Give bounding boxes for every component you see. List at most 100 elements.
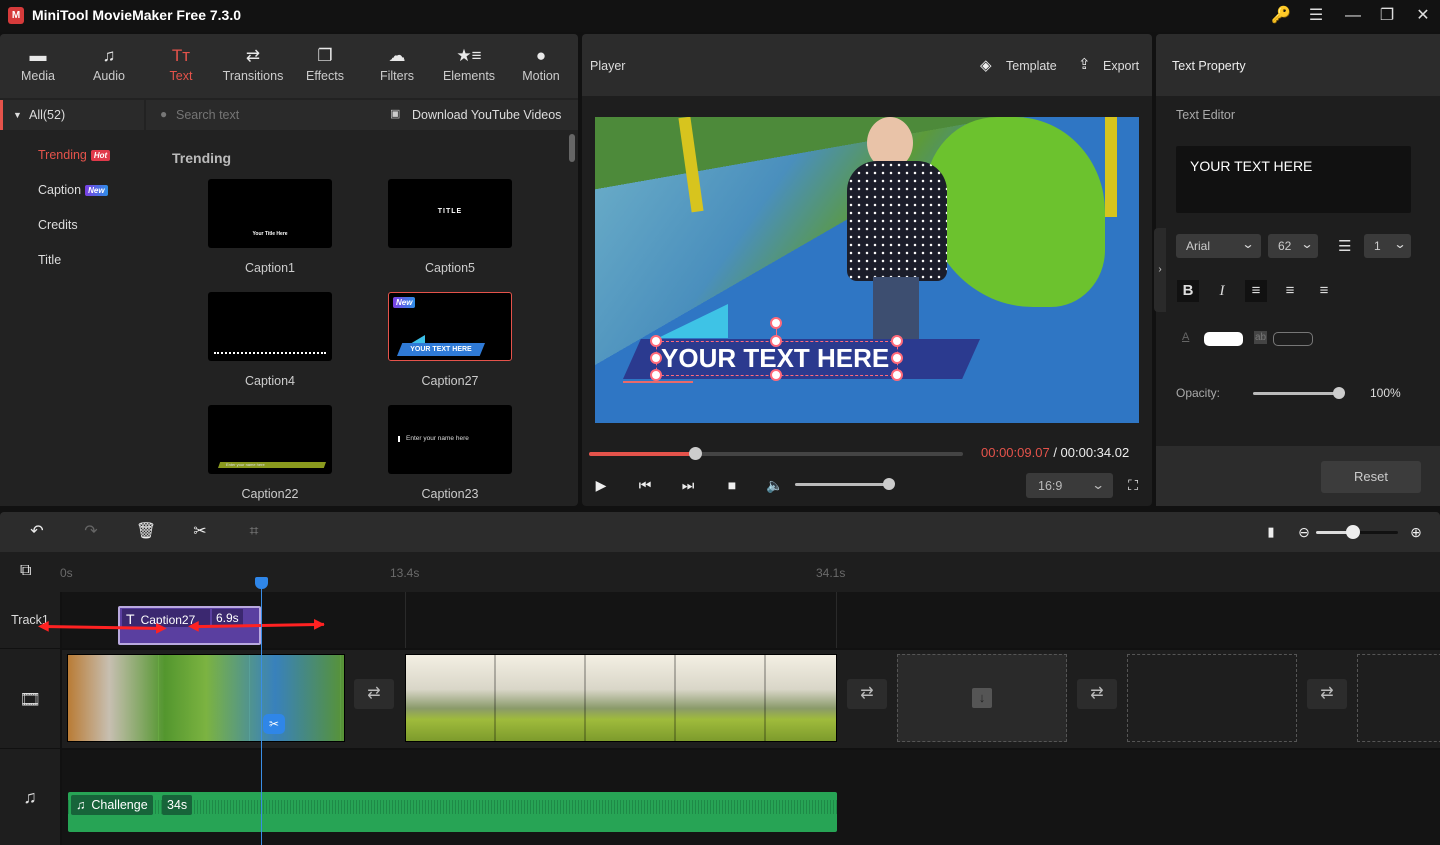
volume-slider[interactable] [795,478,895,490]
fit-timeline-button[interactable]: ▮ [1260,521,1282,543]
previous-frame-button[interactable]: ⏮ [634,475,656,495]
tab-elements[interactable]: ★≡ Elements [433,34,505,98]
empty-media-slot[interactable] [1357,654,1440,742]
template-thumb-caption27[interactable]: New YOUR TEXT HERE [388,292,512,361]
category-all-toggle[interactable]: ▼ All(52) [0,100,144,130]
search-input[interactable] [176,105,376,125]
chevron-down-icon: ⌄ [1090,478,1105,492]
video-clip-kids-field[interactable] [405,654,837,742]
tab-motion[interactable]: ● Motion [505,34,577,98]
template-thumb-caption22[interactable]: Enter your name here [208,405,332,474]
stop-button[interactable]: ■ [721,475,743,495]
redo-button[interactable]: ↷ [80,521,102,543]
play-button[interactable]: ▶ [590,475,612,495]
timeline-ruler[interactable]: ⧉ 0s 13.4s 34.1s [0,552,1440,592]
category-caption[interactable]: Caption New [38,183,108,197]
reset-button[interactable]: Reset [1321,461,1421,493]
seek-bar[interactable] [589,447,963,460]
font-family-select[interactable]: Arial ⌄ [1176,234,1261,258]
crop-button[interactable]: ⌗ [243,521,265,543]
key-icon[interactable]: 🔑 [1267,4,1295,28]
resize-handle[interactable] [650,369,662,381]
resize-handle[interactable] [770,335,782,347]
template-thumb-caption4[interactable] [208,292,332,361]
seek-handle[interactable] [689,447,703,460]
split-button[interactable]: ✂ [189,521,211,543]
zoom-out-button[interactable]: ⊖ [1293,521,1315,543]
download-youtube-link[interactable]: Download YouTube Videos [412,108,561,122]
thumb-preview-bar [398,436,400,442]
resize-handle[interactable] [891,352,903,364]
text-editor-input[interactable]: YOUR TEXT HERE [1176,146,1411,213]
background-color-swatch[interactable] [1273,332,1313,346]
template-thumb-caption1[interactable]: Your Title Here [208,179,332,248]
video-preview[interactable]: YOUR TEXT HERE [595,117,1139,423]
tab-filters[interactable]: ☁ Filters [361,34,433,98]
resize-handle[interactable] [891,369,903,381]
timeline-zoom-slider[interactable] [1316,525,1398,539]
transition-slot-button[interactable]: ⇄ [847,679,887,709]
menu-icon[interactable]: ☰ [1302,4,1330,28]
clip-frames [68,655,344,741]
bold-button[interactable]: B [1177,280,1199,302]
template-thumb-caption23[interactable]: Enter your name here [388,405,512,474]
zoom-out-icon: ⊖ [1298,524,1310,540]
category-title[interactable]: Title [38,253,61,267]
opacity-value: 100% [1370,386,1401,400]
align-left-button[interactable]: ≡ [1245,280,1267,302]
resize-handle[interactable] [891,335,903,347]
zoom-in-button[interactable]: ⊕ [1405,521,1427,543]
line-spacing-select[interactable]: 1 ⌄ [1364,234,1411,258]
collapse-panel-toggle[interactable]: › [1154,228,1166,312]
library-scrollbar[interactable] [569,134,575,162]
tab-media[interactable]: ▬ Media [2,34,74,98]
playhead-handle[interactable] [255,577,268,589]
swap-arrows-icon: ⇄ [860,685,874,702]
library-panel: ▬ Media ♫ Audio Tт Text ⇄ Transitions ❐ Effec… [0,34,578,506]
opacity-handle[interactable] [1333,387,1345,399]
transition-slot-button[interactable]: ⇄ [1307,679,1347,709]
empty-media-slot[interactable]: ↓ [897,654,1067,742]
delete-button[interactable]: 🗑 [135,521,157,543]
undo-button[interactable]: ↶ [26,521,48,543]
export-upload-icon: ⇪ [1078,56,1091,73]
category-credits[interactable]: Credits [38,218,78,232]
tab-transitions[interactable]: ⇄ Transitions [217,34,289,98]
resize-handle[interactable] [650,352,662,364]
align-center-button[interactable]: ≡ [1279,280,1301,302]
minimize-button[interactable]: — [1339,4,1367,28]
split-at-playhead-button[interactable]: ✂ [263,714,285,734]
font-size-select[interactable]: 62 ⌄ [1268,234,1318,258]
category-all-label: All(52) [29,108,66,122]
text-color-swatch[interactable] [1204,332,1243,346]
rotate-handle[interactable] [770,317,782,329]
category-trending[interactable]: Trending Hot [38,148,111,162]
tab-audio[interactable]: ♫ Audio [73,34,145,98]
tab-text[interactable]: Tт Text [145,34,217,98]
align-right-button[interactable]: ≡ [1313,280,1335,302]
timeline-toolbar: ↶ ↷ 🗑 ✂ ⌗ ▮ ⊖ ⊕ [0,512,1440,552]
resize-handle[interactable] [650,335,662,347]
fullscreen-button[interactable]: ⛶ [1122,475,1144,495]
audio-clip-name: Challenge [91,798,148,812]
italic-button[interactable]: I [1211,280,1233,302]
video-clip-playground[interactable] [67,654,345,742]
volume-button[interactable]: 🔈 [764,475,786,495]
zoom-handle[interactable] [1345,525,1360,539]
restore-button[interactable]: ❐ [1373,4,1401,28]
next-frame-button[interactable]: ⏭ [677,475,699,495]
template-thumb-caption5[interactable]: TITLE [388,179,512,248]
align-center-icon: ≡ [1285,282,1295,299]
close-button[interactable]: ✕ [1409,4,1437,28]
app-logo-icon: M [8,7,24,24]
aspect-ratio-select[interactable]: 16:9 ⌄ [1026,473,1113,498]
tab-effects[interactable]: ❐ Effects [289,34,361,98]
opacity-slider[interactable] [1253,387,1345,399]
audio-clip[interactable]: ♫ Challenge 34s [68,792,837,832]
volume-handle[interactable] [883,478,895,490]
transition-slot-button[interactable]: ⇄ [354,679,394,709]
add-track-icon[interactable]: ⧉ [20,562,31,580]
empty-media-slot[interactable] [1127,654,1297,742]
resize-handle[interactable] [770,369,782,381]
transition-slot-button[interactable]: ⇄ [1077,679,1117,709]
